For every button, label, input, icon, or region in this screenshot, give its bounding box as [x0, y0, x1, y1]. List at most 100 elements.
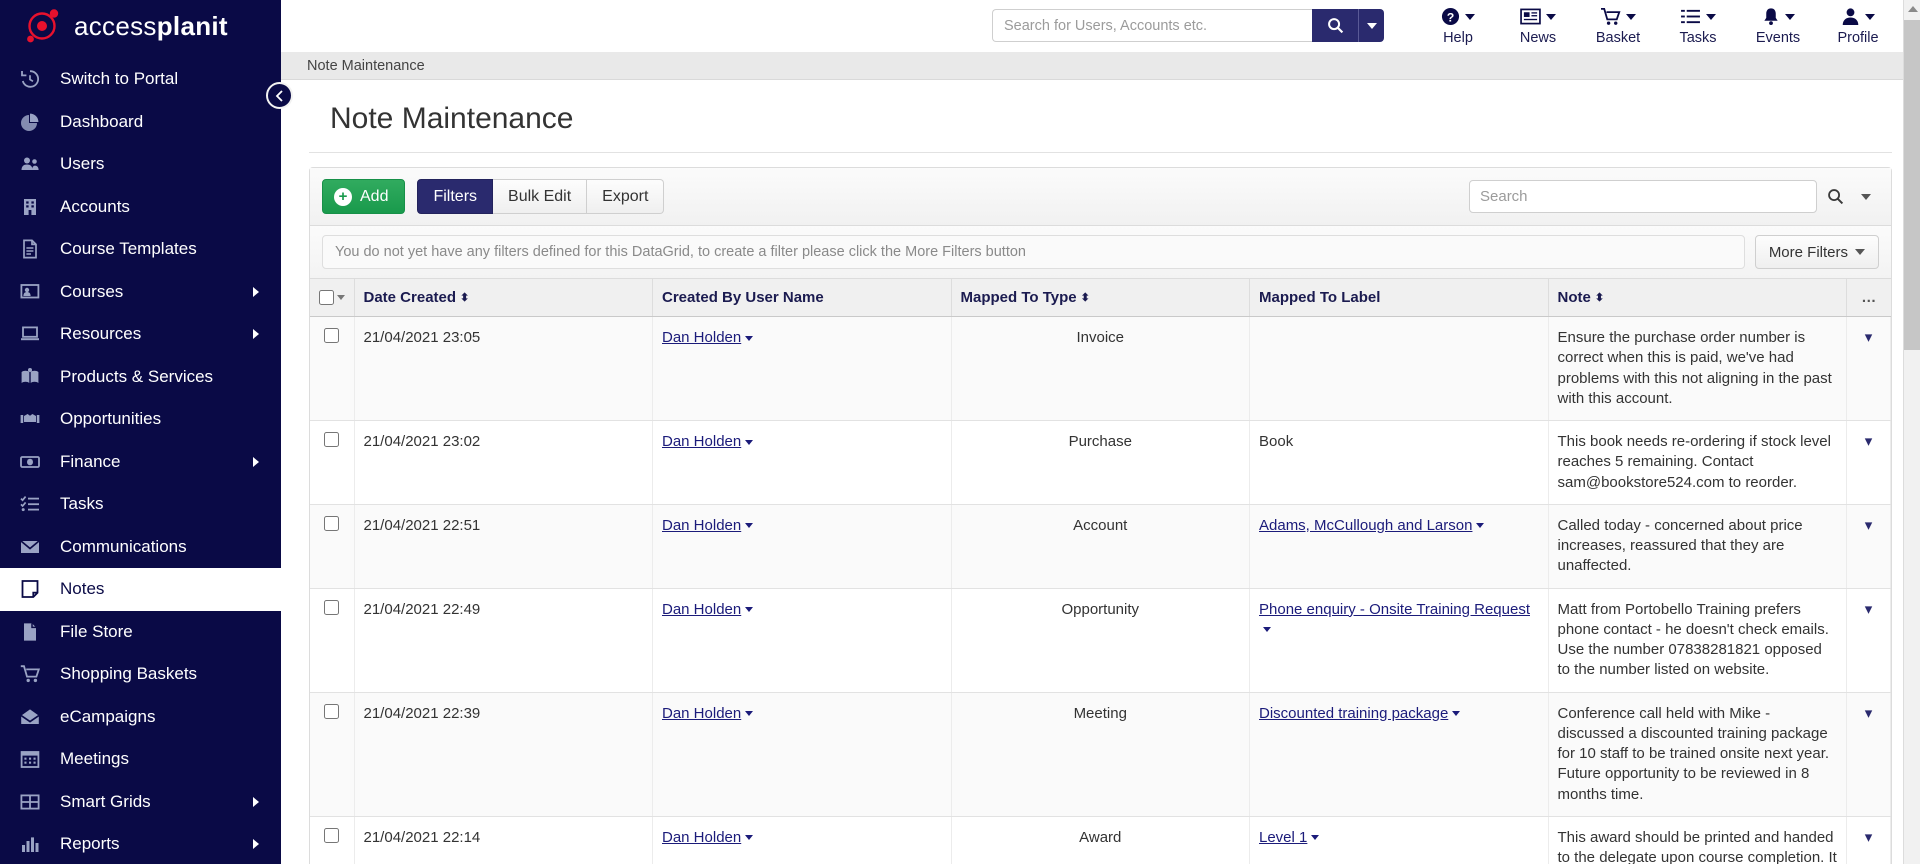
chevron-down-icon[interactable] — [1311, 835, 1320, 841]
row-expand-cell[interactable]: ▾ — [1846, 588, 1891, 693]
chevron-down-icon[interactable]: ▾ — [1865, 602, 1873, 617]
chevron-down-icon[interactable] — [336, 295, 345, 300]
row-checkbox[interactable] — [324, 599, 340, 615]
sidebar-item-dashboard[interactable]: Dashboard — [0, 101, 281, 144]
sidebar-collapse-button[interactable] — [266, 82, 293, 109]
created-by-link[interactable]: Dan Holden — [662, 329, 741, 346]
row-checkbox[interactable] — [324, 328, 340, 343]
chevron-down-icon[interactable] — [745, 439, 754, 445]
created-by-link[interactable]: Dan Holden — [662, 517, 741, 534]
topbar-item-events[interactable]: Events — [1738, 2, 1818, 50]
row-select-cell[interactable] — [310, 816, 355, 864]
chevron-down-icon[interactable] — [745, 523, 754, 529]
created-by-link[interactable]: Dan Holden — [662, 433, 741, 450]
table-row[interactable]: 21/04/2021 22:51 Dan Holden Account Adams, … — [310, 504, 1891, 589]
sidebar-item-accounts[interactable]: Accounts — [0, 186, 281, 229]
chevron-down-icon[interactable]: ▾ — [1865, 830, 1873, 845]
scrollbar-up-arrow[interactable] — [1904, 0, 1920, 17]
row-checkbox[interactable] — [324, 515, 340, 531]
chevron-down-icon[interactable] — [1263, 627, 1271, 633]
sidebar-item-file-store[interactable]: File Store — [0, 611, 281, 654]
page-scrollbar[interactable] — [1903, 0, 1920, 864]
row-select-cell[interactable] — [310, 504, 355, 589]
grid-search-options-button[interactable] — [1853, 180, 1879, 213]
topbar-item-profile[interactable]: Profile — [1818, 2, 1898, 50]
chevron-down-icon[interactable]: ▾ — [1865, 434, 1873, 449]
row-select-cell[interactable] — [310, 588, 355, 693]
chevron-down-icon[interactable]: ▾ — [1865, 706, 1873, 721]
select-all-checkbox[interactable] — [318, 290, 334, 305]
header-column-options[interactable]: … — [1846, 279, 1891, 317]
row-expand-cell[interactable]: ▾ — [1846, 692, 1891, 817]
add-button[interactable]: + Add — [322, 179, 406, 214]
sidebar-item-communications[interactable]: Communications — [0, 526, 281, 569]
sidebar-item-opportunities[interactable]: Opportunities — [0, 398, 281, 441]
row-checkbox[interactable] — [324, 432, 340, 447]
header-note[interactable]: Note ⬍ — [1548, 279, 1847, 317]
chevron-down-icon[interactable] — [1452, 711, 1461, 717]
topbar-item-news[interactable]: News — [1498, 2, 1578, 50]
sidebar-item-ecampaigns[interactable]: eCampaigns — [0, 696, 281, 739]
chevron-down-icon[interactable] — [1476, 523, 1485, 529]
mapped-to-label-link[interactable]: Level 1 — [1259, 829, 1307, 846]
row-expand-cell[interactable]: ▾ — [1846, 316, 1891, 421]
header-created-by-user-name[interactable]: Created By User Name — [652, 279, 952, 317]
created-by-link[interactable]: Dan Holden — [662, 601, 741, 618]
grid-search-input[interactable] — [1469, 180, 1817, 213]
mapped-to-label-link[interactable]: Adams, McCullough and Larson — [1259, 517, 1472, 534]
row-select-cell[interactable] — [310, 420, 355, 505]
chevron-down-icon[interactable]: ▾ — [1865, 330, 1873, 345]
sidebar-item-reports[interactable]: Reports — [0, 823, 281, 864]
scrollbar-thumb[interactable] — [1904, 20, 1920, 350]
mapped-to-label-link[interactable]: Discounted training package — [1259, 705, 1448, 722]
sidebar-item-smart-grids[interactable]: Smart Grids — [0, 781, 281, 824]
sidebar-item-course-templates[interactable]: Course Templates — [0, 228, 281, 271]
more-filters-button[interactable]: More Filters — [1754, 235, 1879, 269]
sidebar-item-products-services[interactable]: Products & Services — [0, 356, 281, 399]
chevron-down-icon[interactable] — [745, 607, 754, 613]
table-row[interactable]: 21/04/2021 22:39 Dan Holden Meeting Discoun… — [310, 692, 1891, 817]
brand-logo[interactable]: accessplanit — [0, 0, 281, 52]
header-mapped-to-type[interactable]: Mapped To Type ⬍ — [951, 279, 1250, 317]
mapped-to-label-link[interactable]: Phone enquiry - Onsite Training Request — [1259, 601, 1530, 618]
chevron-down-icon[interactable] — [745, 335, 754, 341]
global-search-input[interactable] — [992, 9, 1312, 42]
chevron-down-icon[interactable] — [745, 835, 754, 841]
chevron-down-icon[interactable]: ▾ — [1865, 518, 1873, 533]
chevron-down-icon[interactable] — [745, 711, 754, 717]
row-select-cell[interactable] — [310, 316, 355, 421]
row-expand-cell[interactable]: ▾ — [1846, 816, 1891, 864]
grid-search-button[interactable] — [1817, 180, 1853, 213]
sidebar-item-switch-to-portal[interactable]: Switch to Portal — [0, 58, 281, 101]
table-row[interactable]: 21/04/2021 22:14 Dan Holden Award Level 1 Th… — [310, 816, 1891, 864]
topbar-item-tasks[interactable]: Tasks — [1658, 2, 1738, 50]
created-by-link[interactable]: Dan Holden — [662, 705, 741, 722]
header-mapped-to-label[interactable]: Mapped To Label — [1249, 279, 1549, 317]
sidebar-item-resources[interactable]: Resources — [0, 313, 281, 356]
row-checkbox[interactable] — [324, 827, 340, 843]
table-row[interactable]: 21/04/2021 23:02 Dan Holden Purchase Book Th… — [310, 420, 1891, 505]
topbar-item-help[interactable]: ? Help — [1418, 2, 1498, 50]
export-button[interactable]: Export — [587, 179, 665, 214]
filters-button[interactable]: Filters — [417, 179, 494, 214]
header-select-all[interactable] — [310, 279, 355, 317]
row-expand-cell[interactable]: ▾ — [1846, 504, 1891, 589]
sidebar-item-notes[interactable]: Notes — [0, 568, 281, 611]
row-select-cell[interactable] — [310, 692, 355, 817]
sidebar-item-tasks[interactable]: Tasks — [0, 483, 281, 526]
bulk-edit-button[interactable]: Bulk Edit — [493, 179, 588, 214]
sidebar-item-shopping-baskets[interactable]: Shopping Baskets — [0, 653, 281, 696]
global-search-options-button[interactable] — [1358, 9, 1384, 42]
sidebar-item-users[interactable]: Users — [0, 143, 281, 186]
header-date-created[interactable]: Date Created ⬍ — [354, 279, 653, 317]
topbar-item-basket[interactable]: Basket — [1578, 2, 1658, 50]
global-search-button[interactable] — [1312, 9, 1358, 42]
sidebar-item-finance[interactable]: Finance — [0, 441, 281, 484]
row-checkbox[interactable] — [324, 703, 340, 719]
sidebar-item-meetings[interactable]: Meetings — [0, 738, 281, 781]
row-expand-cell[interactable]: ▾ — [1846, 420, 1891, 505]
sidebar-item-courses[interactable]: Courses — [0, 271, 281, 314]
table-row[interactable]: 21/04/2021 22:49 Dan Holden Opportunity Pho… — [310, 588, 1891, 693]
created-by-link[interactable]: Dan Holden — [662, 829, 741, 846]
table-row[interactable]: 21/04/2021 23:05 Dan Holden Invoice Ensure … — [310, 316, 1891, 421]
